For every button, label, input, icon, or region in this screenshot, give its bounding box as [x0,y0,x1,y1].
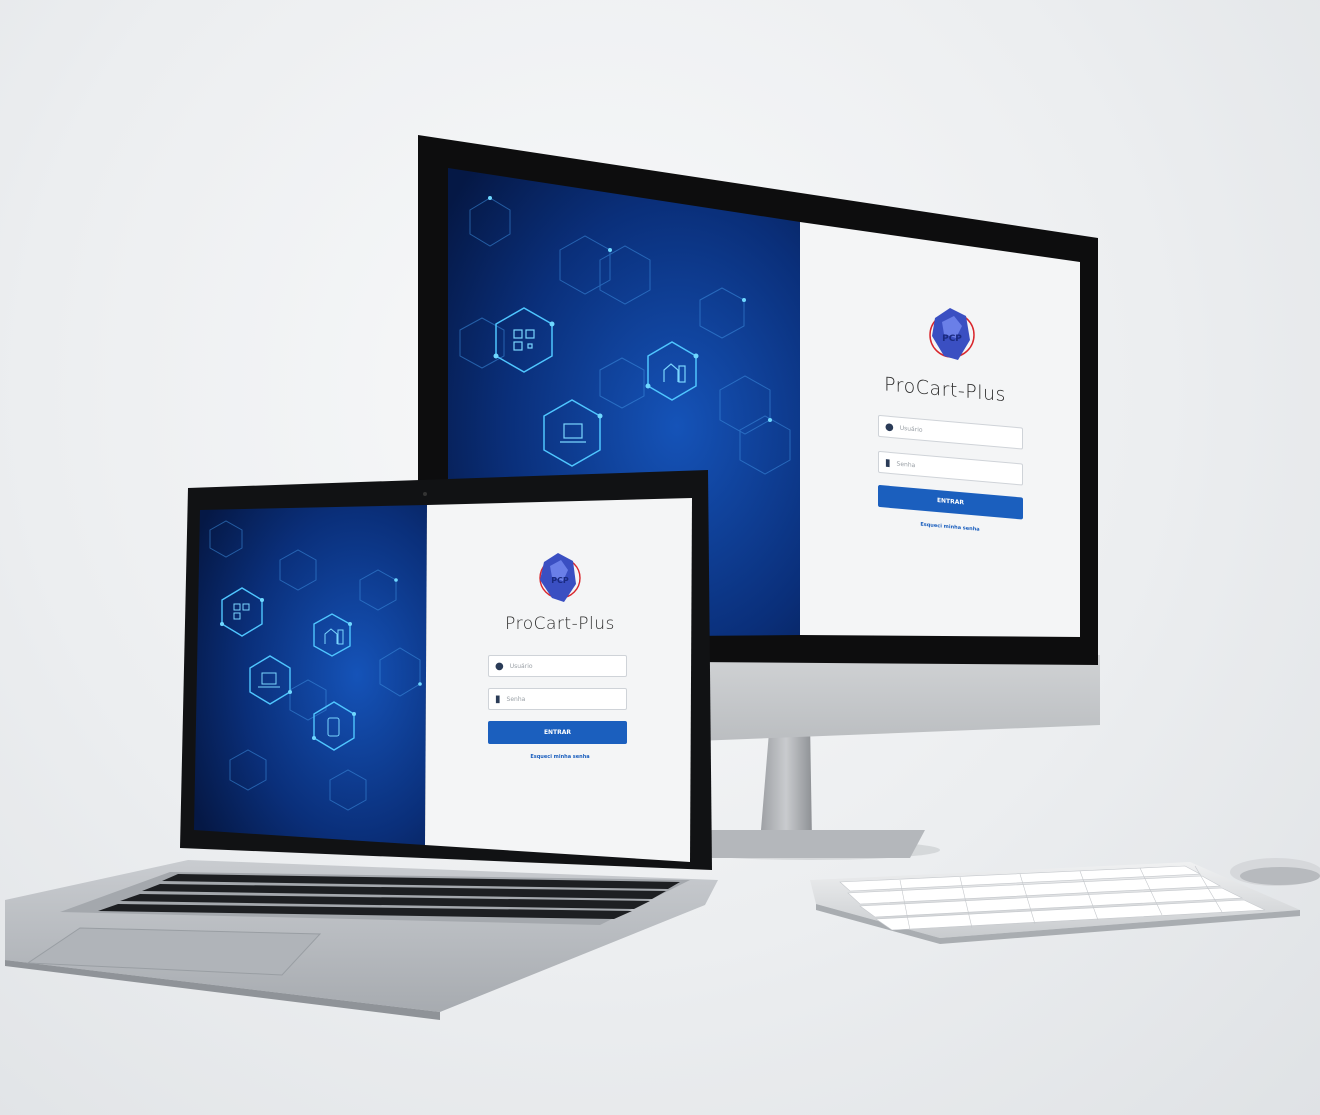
svg-text:PCP: PCP [942,334,962,344]
user-icon: ● [885,420,894,433]
login-button[interactable]: ENTRAR [488,721,627,744]
webcam [423,492,427,496]
username-field[interactable]: ● Usuário [488,655,627,677]
app-title: ProCart-Plus [884,373,1006,407]
login-button[interactable]: ENTRAR [878,484,1023,520]
lock-icon: ▮ [885,456,891,469]
laptop-login-panel: ProCart-Plus ● Usuário ▮ Senha ENTRAR Es… [470,608,650,768]
password-field[interactable]: ▮ Senha [878,450,1023,486]
forgot-password-link[interactable]: Esqueci minha senha [470,754,650,760]
user-icon: ● [495,660,504,672]
app-title: ProCart-Plus [505,614,615,634]
lock-icon: ▮ [495,693,501,705]
username-field[interactable]: ● Usuário [878,414,1023,450]
imac-login-panel: ProCart-Plus ● Usuário ▮ Senha ENTRAR Es… [845,360,1045,557]
imac-monitor: PCP PCP [5,135,1320,1020]
svg-text:PCP: PCP [551,576,569,585]
password-field[interactable]: ▮ Senha [488,688,627,710]
